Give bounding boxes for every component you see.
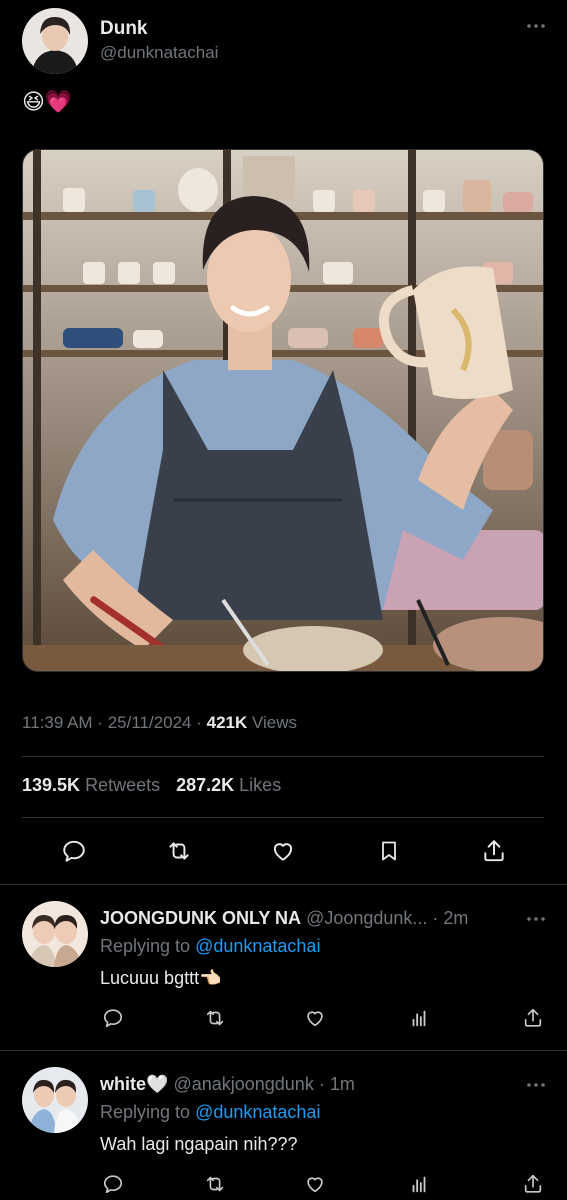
like-icon[interactable] [302,1005,328,1031]
retweets-label: Retweets [85,775,161,795]
retweets-stat[interactable]: 139.5K Retweets [22,775,160,795]
reply-icon[interactable] [100,1171,126,1197]
share-icon[interactable] [477,834,511,868]
views-label: Views [252,713,298,732]
reply-time: 2m [443,908,469,928]
tweet-photo[interactable] [22,149,544,672]
more-icon[interactable] [524,1075,548,1095]
retweet-icon[interactable] [202,1005,228,1031]
reply-text: Wah lagi ngapain nih??? [100,1134,298,1154]
likes-label: Likes [239,775,282,795]
reply-header: white🤍 @anakjoongdunk · 1m [100,1074,355,1094]
likes-stat[interactable]: 287.2K Likes [176,775,281,795]
retweets-count: 139.5K [22,775,81,795]
reply-author-name[interactable]: white🤍 [100,1074,168,1094]
views-count[interactable]: 421K [207,713,248,732]
analytics-icon[interactable] [406,1005,432,1031]
reply-avatar[interactable] [22,1067,88,1133]
tweet-time: 11:39 AM [22,713,93,732]
tweet-date: 25/11/2024 [107,713,192,732]
reply-avatar[interactable] [22,901,88,967]
author-avatar[interactable] [22,8,88,74]
tweet-stats: 139.5K Retweets 287.2K Likes [22,775,281,796]
reply-header: JOONGDUNK ONLY NA @Joongdunk... · 2m [100,908,469,928]
reply-tweet[interactable]: white🤍 @anakjoongdunk · 1m Replying to @… [0,1051,567,1200]
more-icon[interactable] [524,16,548,36]
replying-prefix: Replying to [100,1102,191,1122]
retweet-icon[interactable] [202,1171,228,1197]
reply-actions [100,1171,544,1197]
divider [22,756,544,757]
like-icon[interactable] [266,834,300,868]
divider [22,817,544,818]
tweet-timestamp: 11:39 AM · 25/11/2024 · 421K Views [22,713,298,732]
reply-author-name[interactable]: JOONGDUNK ONLY NA [100,908,301,928]
analytics-icon[interactable] [406,1171,432,1197]
more-icon[interactable] [524,909,548,929]
share-icon[interactable] [520,1171,546,1197]
reply-icon[interactable] [57,834,91,868]
author-handle[interactable]: @dunknatachai [100,43,218,63]
retweet-icon[interactable] [162,834,196,868]
reply-author-handle[interactable]: @Joongdunk... [306,908,427,928]
bookmark-icon[interactable] [372,834,406,868]
replying-to-link[interactable]: @dunknatachai [195,1102,320,1122]
reply-tweet[interactable]: JOONGDUNK ONLY NA @Joongdunk... · 2m Rep… [0,885,567,1050]
reply-icon[interactable] [100,1005,126,1031]
tweet-text: 😆💗 [22,89,73,114]
reply-time: 1m [329,1074,355,1094]
likes-count: 287.2K [176,775,235,795]
like-icon[interactable] [302,1171,328,1197]
reply-actions [100,1005,544,1031]
reply-author-handle[interactable]: @anakjoongdunk [173,1074,313,1094]
author-name[interactable]: Dunk [100,18,148,40]
share-icon[interactable] [520,1005,546,1031]
reply-text: Lucuuu bgttt👈🏻 [100,968,222,988]
replying-to: Replying to @dunknatachai [100,1102,320,1123]
replying-to-link[interactable]: @dunknatachai [195,936,320,956]
replying-prefix: Replying to [100,936,191,956]
replying-to: Replying to @dunknatachai [100,936,320,957]
tweet-actions [22,834,544,868]
